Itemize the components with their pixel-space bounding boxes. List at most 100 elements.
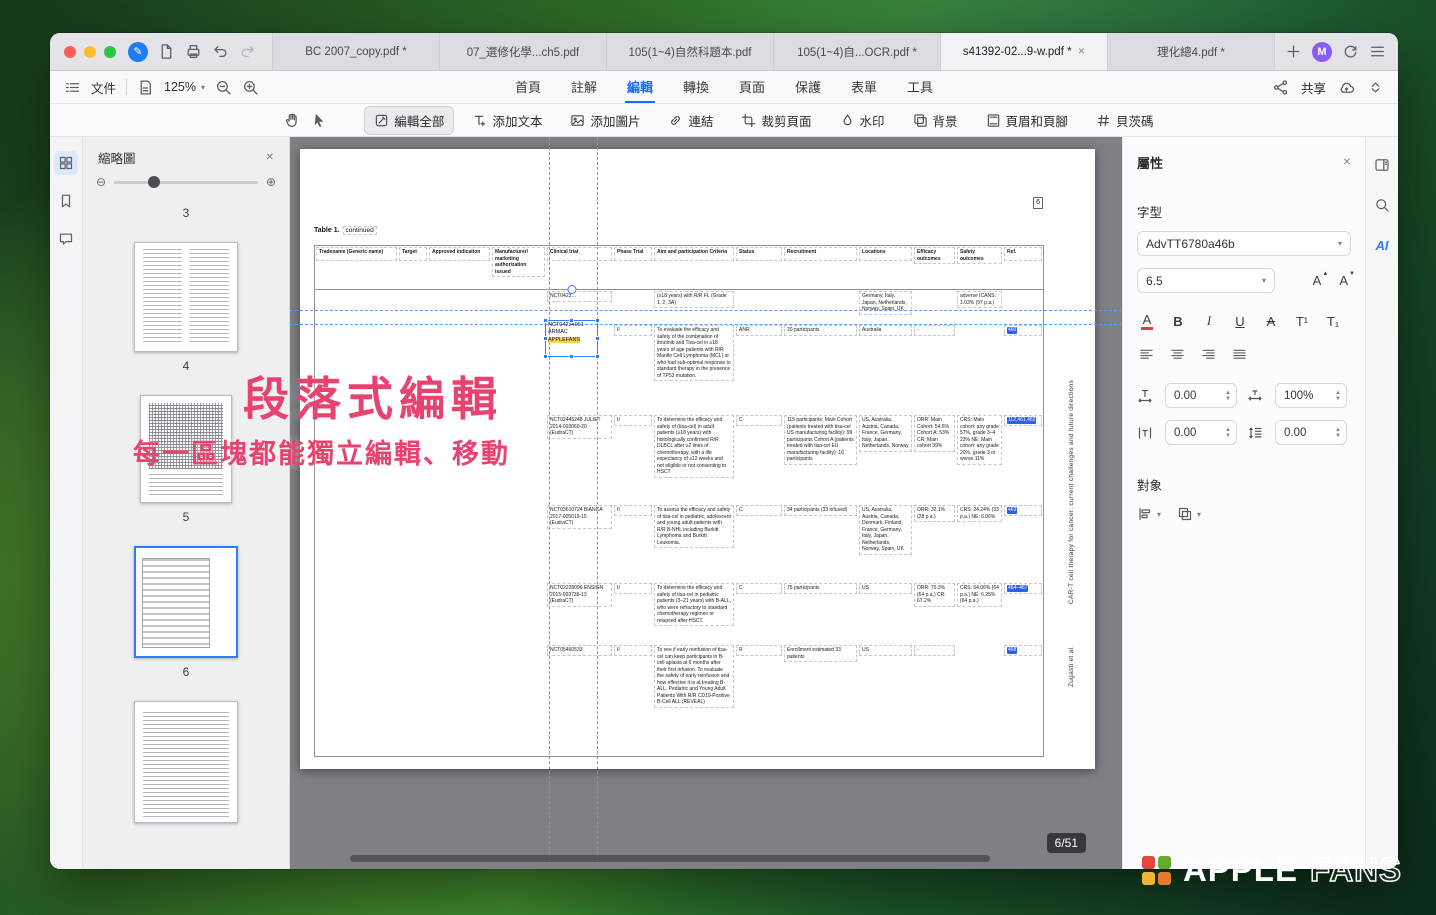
cell-text[interactable]: 463 <box>1004 505 1042 516</box>
resize-handle-w[interactable] <box>543 336 548 341</box>
share-icon[interactable] <box>1272 79 1289 96</box>
cell-text[interactable]: 34 participants (33 infused) <box>784 505 857 516</box>
cell-text[interactable]: 115 participants: Main Cohort (patients … <box>784 415 857 465</box>
cell-text[interactable]: US, Australia, Austria, Canada, Denmark,… <box>859 505 912 555</box>
new-tab-button[interactable] <box>1285 43 1302 60</box>
rotate-handle[interactable] <box>567 285 576 294</box>
ribbon-tab[interactable]: 首頁 <box>513 71 543 103</box>
background-button[interactable]: 背景 <box>903 106 968 135</box>
cell-text[interactable]: NCT05460533 <box>547 645 612 656</box>
zoom-window-button[interactable] <box>104 46 116 58</box>
sync-icon[interactable] <box>1342 43 1359 60</box>
align-center-button[interactable] <box>1168 345 1188 365</box>
cell-text[interactable]: - <box>914 325 955 336</box>
cell-text[interactable]: CRS: Main cohort: any grade 57%, grade 3… <box>957 415 1002 465</box>
page-view-icon[interactable] <box>137 79 154 96</box>
subscript-button[interactable]: T₁ <box>1323 311 1343 331</box>
page-thumbnail[interactable] <box>134 242 238 352</box>
file-menu-icon[interactable] <box>64 79 81 96</box>
page-thumbnail[interactable] <box>134 701 238 823</box>
cell-text[interactable]: C <box>736 415 782 426</box>
header-footer-button[interactable]: 頁眉和頁腳 <box>976 106 1079 135</box>
cell-text[interactable]: NCT0423… <box>547 291 612 302</box>
horizontal-scale-stepper[interactable]: 100% ▲▼ <box>1275 383 1347 408</box>
cell-text[interactable]: II <box>614 415 652 426</box>
document-tab[interactable]: 07_選修化學...ch5.pdf <box>439 33 606 70</box>
hand-tool-icon[interactable] <box>284 112 301 129</box>
add-text-button[interactable]: 添加文本 <box>462 106 552 135</box>
page-thumbnail[interactable] <box>134 546 238 658</box>
tab-close-icon[interactable]: ✕ <box>1078 46 1086 57</box>
slider-track[interactable] <box>114 181 258 184</box>
thumbnails-close-icon[interactable]: ✕ <box>266 152 274 163</box>
ribbon-tab[interactable]: 保護 <box>793 71 823 103</box>
close-window-button[interactable] <box>64 46 76 58</box>
cell-text[interactable]: Australia <box>859 325 912 336</box>
cell-text[interactable]: - <box>914 645 955 656</box>
app-menu-icon[interactable] <box>1369 43 1386 60</box>
add-image-button[interactable]: 添加圖片 <box>560 106 650 135</box>
reference-link[interactable]: 112,461,462 <box>1007 417 1036 424</box>
superscript-button[interactable]: T¹ <box>1292 311 1312 331</box>
ribbon-tab[interactable]: 轉換 <box>681 71 711 103</box>
resize-handle-sw[interactable] <box>543 354 548 359</box>
stepper-arrows[interactable]: ▲▼ <box>1335 390 1341 402</box>
cell-text[interactable]: CRS: 64.06% (64 p.a.) NE: 6.25% (64 p.a.… <box>957 583 1002 607</box>
new-document-icon[interactable] <box>158 43 175 60</box>
strikethrough-button[interactable]: A <box>1261 311 1281 331</box>
cell-text[interactable]: ORR: 32.1% (28 p.a.) <box>914 505 955 522</box>
selected-text-block[interactable]: NCT04234061ARMACAPPLEFANS <box>545 320 598 357</box>
increase-font-size-button[interactable]: A▲ <box>1310 273 1325 288</box>
resize-handle-e[interactable] <box>595 336 600 341</box>
cell-text[interactable]: ORR: 70.3% (64 p.a.) CR: 67.2% <box>914 583 955 607</box>
share-label[interactable]: 共享 <box>1301 78 1326 97</box>
cell-text[interactable]: US <box>859 645 912 656</box>
cell-text[interactable]: Enrollment estimated 33 patients <box>784 645 857 662</box>
cell-text[interactable]: To evaluate the efficacy and safety of t… <box>654 325 734 381</box>
redo-icon[interactable] <box>239 43 256 60</box>
ribbon-tab[interactable]: 頁面 <box>737 71 767 103</box>
ai-assistant-button[interactable]: AI <box>1370 233 1394 257</box>
zoom-level-select[interactable]: 125% ▾ <box>164 80 205 94</box>
resize-handle-ne[interactable] <box>595 318 600 323</box>
slider-knob[interactable] <box>148 176 160 188</box>
cell-text[interactable]: To see if early reinfusion of tisa-cel c… <box>654 645 734 708</box>
cell-text[interactable]: NCT02445248 JULIET 2014-003060-20 (Eudra… <box>547 415 612 439</box>
reference-link[interactable]: 464–467 <box>1007 585 1028 592</box>
cell-text[interactable]: C <box>736 505 782 516</box>
pdf-page[interactable]: Table 1.continued Tradename (Generic nam… <box>300 149 1095 769</box>
stepper-arrows[interactable]: ▲▼ <box>1225 390 1231 402</box>
collapse-toolbar-icon[interactable] <box>1367 79 1384 96</box>
object-align-button[interactable]: ▾ <box>1137 506 1161 523</box>
cell-text[interactable]: II <box>614 583 652 594</box>
bold-button[interactable]: B <box>1168 311 1188 331</box>
cell-text[interactable]: ANR <box>736 325 782 336</box>
line-spacing-stepper[interactable]: 0.00 ▲▼ <box>1275 420 1347 445</box>
object-arrange-button[interactable]: ▾ <box>1177 506 1201 523</box>
cell-text[interactable]: 112,461,462 <box>1004 415 1042 426</box>
stepper-arrows[interactable]: ▲▼ <box>1225 427 1231 439</box>
cell-text[interactable]: R <box>736 645 782 656</box>
align-right-button[interactable] <box>1199 345 1219 365</box>
cell-text[interactable]: adverse ICANS: 1.03% (97 p.a.) <box>957 291 1002 308</box>
bates-button[interactable]: 貝茨碼 <box>1086 106 1164 135</box>
edit-all-button[interactable]: 編輯全部 <box>364 106 454 135</box>
minimize-window-button[interactable] <box>84 46 96 58</box>
select-tool-icon[interactable] <box>311 112 328 129</box>
font-size-select[interactable]: 6.5 ▾ <box>1137 268 1275 293</box>
cell-text[interactable]: To determine the efficacy and safety of … <box>654 583 734 626</box>
resize-handle-s[interactable] <box>569 354 574 359</box>
decrease-font-size-button[interactable]: A▼ <box>1336 273 1351 288</box>
document-tab[interactable]: 105(1~4)自然科題本.pdf <box>606 33 773 70</box>
cell-text[interactable]: US, Australia, Austria, Canada, France, … <box>859 415 912 452</box>
slider-minus-icon[interactable]: ⊖ <box>96 176 106 188</box>
font-color-button[interactable]: A <box>1137 311 1157 331</box>
slider-plus-icon[interactable]: ⊕ <box>266 176 276 188</box>
thumbnails-panel-button[interactable] <box>54 151 78 175</box>
undo-icon[interactable] <box>212 43 229 60</box>
crop-button[interactable]: 裁剪頁面 <box>731 106 821 135</box>
character-spacing-stepper[interactable]: 0.00 ▲▼ <box>1165 383 1237 408</box>
cell-text[interactable]: II <box>614 325 652 336</box>
word-spacing-stepper[interactable]: 0.00 ▲▼ <box>1165 420 1237 445</box>
properties-close-icon[interactable]: ✕ <box>1343 157 1351 168</box>
